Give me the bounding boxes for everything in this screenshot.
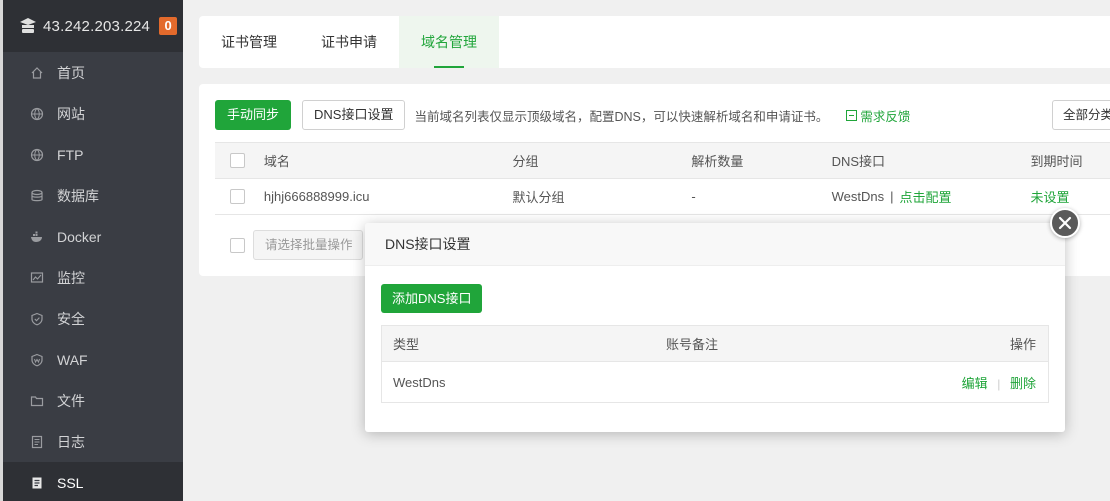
sidebar-item-label: Docker: [57, 228, 102, 245]
server-header: 43.242.203.224 0: [3, 0, 183, 52]
expire-setting-link[interactable]: 未设置: [1030, 187, 1110, 206]
tab-cert-manage[interactable]: 证书管理: [199, 16, 299, 68]
feedback-link[interactable]: 需求反馈: [846, 106, 910, 125]
server-ip: 43.242.203.224: [43, 17, 151, 35]
sidebar-item[interactable]: 安全: [3, 298, 183, 339]
category-select[interactable]: 全部分类: [1052, 100, 1110, 130]
home-icon: [30, 66, 44, 80]
shield-icon: [30, 312, 44, 326]
domain-table: 域名 分组 解析数量 DNS接口 到期时间 hjhj666888999.icu …: [215, 142, 1110, 215]
docker-icon: [30, 230, 44, 244]
sidebar-item-label: 文件: [57, 392, 85, 409]
ssl-tabs: 证书管理 证书申请 域名管理: [199, 16, 1110, 68]
toolbar: 手动同步 DNS接口设置 当前域名列表仅显示顶级域名，配置DNS，可以快速解析域…: [215, 100, 1110, 130]
header-group: 分组: [512, 154, 539, 169]
sidebar-item[interactable]: 日志: [3, 421, 183, 462]
tab-cert-apply[interactable]: 证书申请: [299, 16, 399, 68]
domain-group: 默认分组: [512, 190, 565, 205]
feedback-label: 需求反馈: [860, 109, 911, 124]
sidebar-item[interactable]: SSL: [3, 462, 183, 501]
sidebar-item-label: WAF: [57, 351, 88, 368]
domain-count: -: [691, 189, 696, 204]
sidebar-item-label: 网站: [57, 105, 85, 122]
configure-dns-link[interactable]: 点击配置: [900, 187, 952, 206]
dns-provider: WestDns: [831, 189, 885, 204]
header-type: 类型: [393, 337, 420, 352]
monitor-icon: [30, 271, 44, 285]
sidebar-item[interactable]: 监控: [3, 257, 183, 298]
sidebar-item-label: 数据库: [57, 187, 99, 204]
batch-checkbox[interactable]: [230, 237, 245, 253]
sidebar-item-label: SSL: [57, 474, 84, 491]
ssl-icon: [30, 476, 44, 490]
sidebar-item[interactable]: 网站: [3, 93, 183, 134]
edit-link[interactable]: 编辑: [962, 376, 988, 391]
select-all-checkbox[interactable]: [230, 153, 245, 168]
header-expire: 到期时间: [1030, 154, 1083, 169]
sidebar-item[interactable]: WAF: [3, 339, 183, 380]
globe-icon: [30, 107, 44, 121]
header-count: 解析数量: [691, 154, 744, 169]
header-dns: DNS接口: [831, 154, 886, 169]
notification-badge[interactable]: 0: [159, 17, 178, 35]
sidebar-item-label: 首页: [57, 64, 85, 81]
domain-dns: WestDns | 点击配置: [832, 187, 1031, 206]
divider: |: [997, 376, 1001, 391]
table-row: hjhj666888999.icu 默认分组 - WestDns | 点击配置 …: [215, 179, 1110, 215]
feedback-icon: [846, 109, 858, 121]
table-row: WestDns 编辑 | 删除: [382, 362, 1048, 402]
domain-table-header: 域名 分组 解析数量 DNS接口 到期时间: [215, 143, 1110, 179]
sidebar-item[interactable]: 首页: [3, 52, 183, 93]
dns-table: 类型 账号备注 操作 WestDns 编辑 | 删除: [381, 325, 1049, 403]
row-checkbox[interactable]: [230, 189, 245, 204]
sidebar: 43.242.203.224 0 首页网站 FTP 数据库 Docker 监控安全 WAF…: [0, 0, 183, 501]
close-modal-button[interactable]: [1050, 208, 1080, 238]
sidebar-item-label: 日志: [57, 433, 85, 450]
delete-link[interactable]: 删除: [1010, 376, 1036, 391]
sidebar-item[interactable]: FTP: [3, 134, 183, 175]
manual-sync-button[interactable]: 手动同步: [215, 100, 292, 130]
batch-bar: 请选择批量操作: [215, 230, 363, 260]
divider: |: [890, 189, 894, 204]
tab-domain-manage[interactable]: 域名管理: [399, 16, 499, 68]
waf-shield-icon: [30, 353, 44, 367]
server-logo-icon: [20, 18, 36, 33]
sidebar-item-label: FTP: [57, 146, 84, 163]
batch-action-select[interactable]: 请选择批量操作: [253, 230, 363, 260]
sidebar-item[interactable]: 数据库: [3, 175, 183, 216]
sidebar-item[interactable]: 文件: [3, 380, 183, 421]
header-note: 账号备注: [666, 337, 719, 352]
sidebar-item[interactable]: Docker: [3, 216, 183, 257]
domain-name: hjhj666888999.icu: [263, 189, 370, 204]
close-icon: [1058, 216, 1072, 230]
header-domain: 域名: [263, 154, 290, 169]
dns-actions: 编辑 | 删除: [948, 373, 1048, 392]
dns-settings-button[interactable]: DNS接口设置: [302, 100, 406, 130]
folder-icon: [30, 394, 44, 408]
header-action: 操作: [1009, 337, 1036, 352]
sidebar-item-label: 监控: [57, 269, 85, 286]
add-dns-button[interactable]: 添加DNS接口: [381, 284, 483, 313]
domain-tip-text: 当前域名列表仅显示顶级域名，配置DNS，可以快速解析域名和申请证书。: [414, 109, 829, 124]
sidebar-item-label: 安全: [57, 310, 85, 327]
dns-type: WestDns: [393, 374, 446, 390]
dns-settings-modal: DNS接口设置 添加DNS接口 类型 账号备注 操作 WestDns 编辑 | …: [365, 223, 1065, 432]
database-icon: [30, 189, 44, 203]
dns-table-header: 类型 账号备注 操作: [382, 326, 1048, 362]
log-icon: [30, 435, 44, 449]
ftp-globe-icon: [30, 148, 44, 162]
modal-title: DNS接口设置: [365, 223, 1065, 266]
